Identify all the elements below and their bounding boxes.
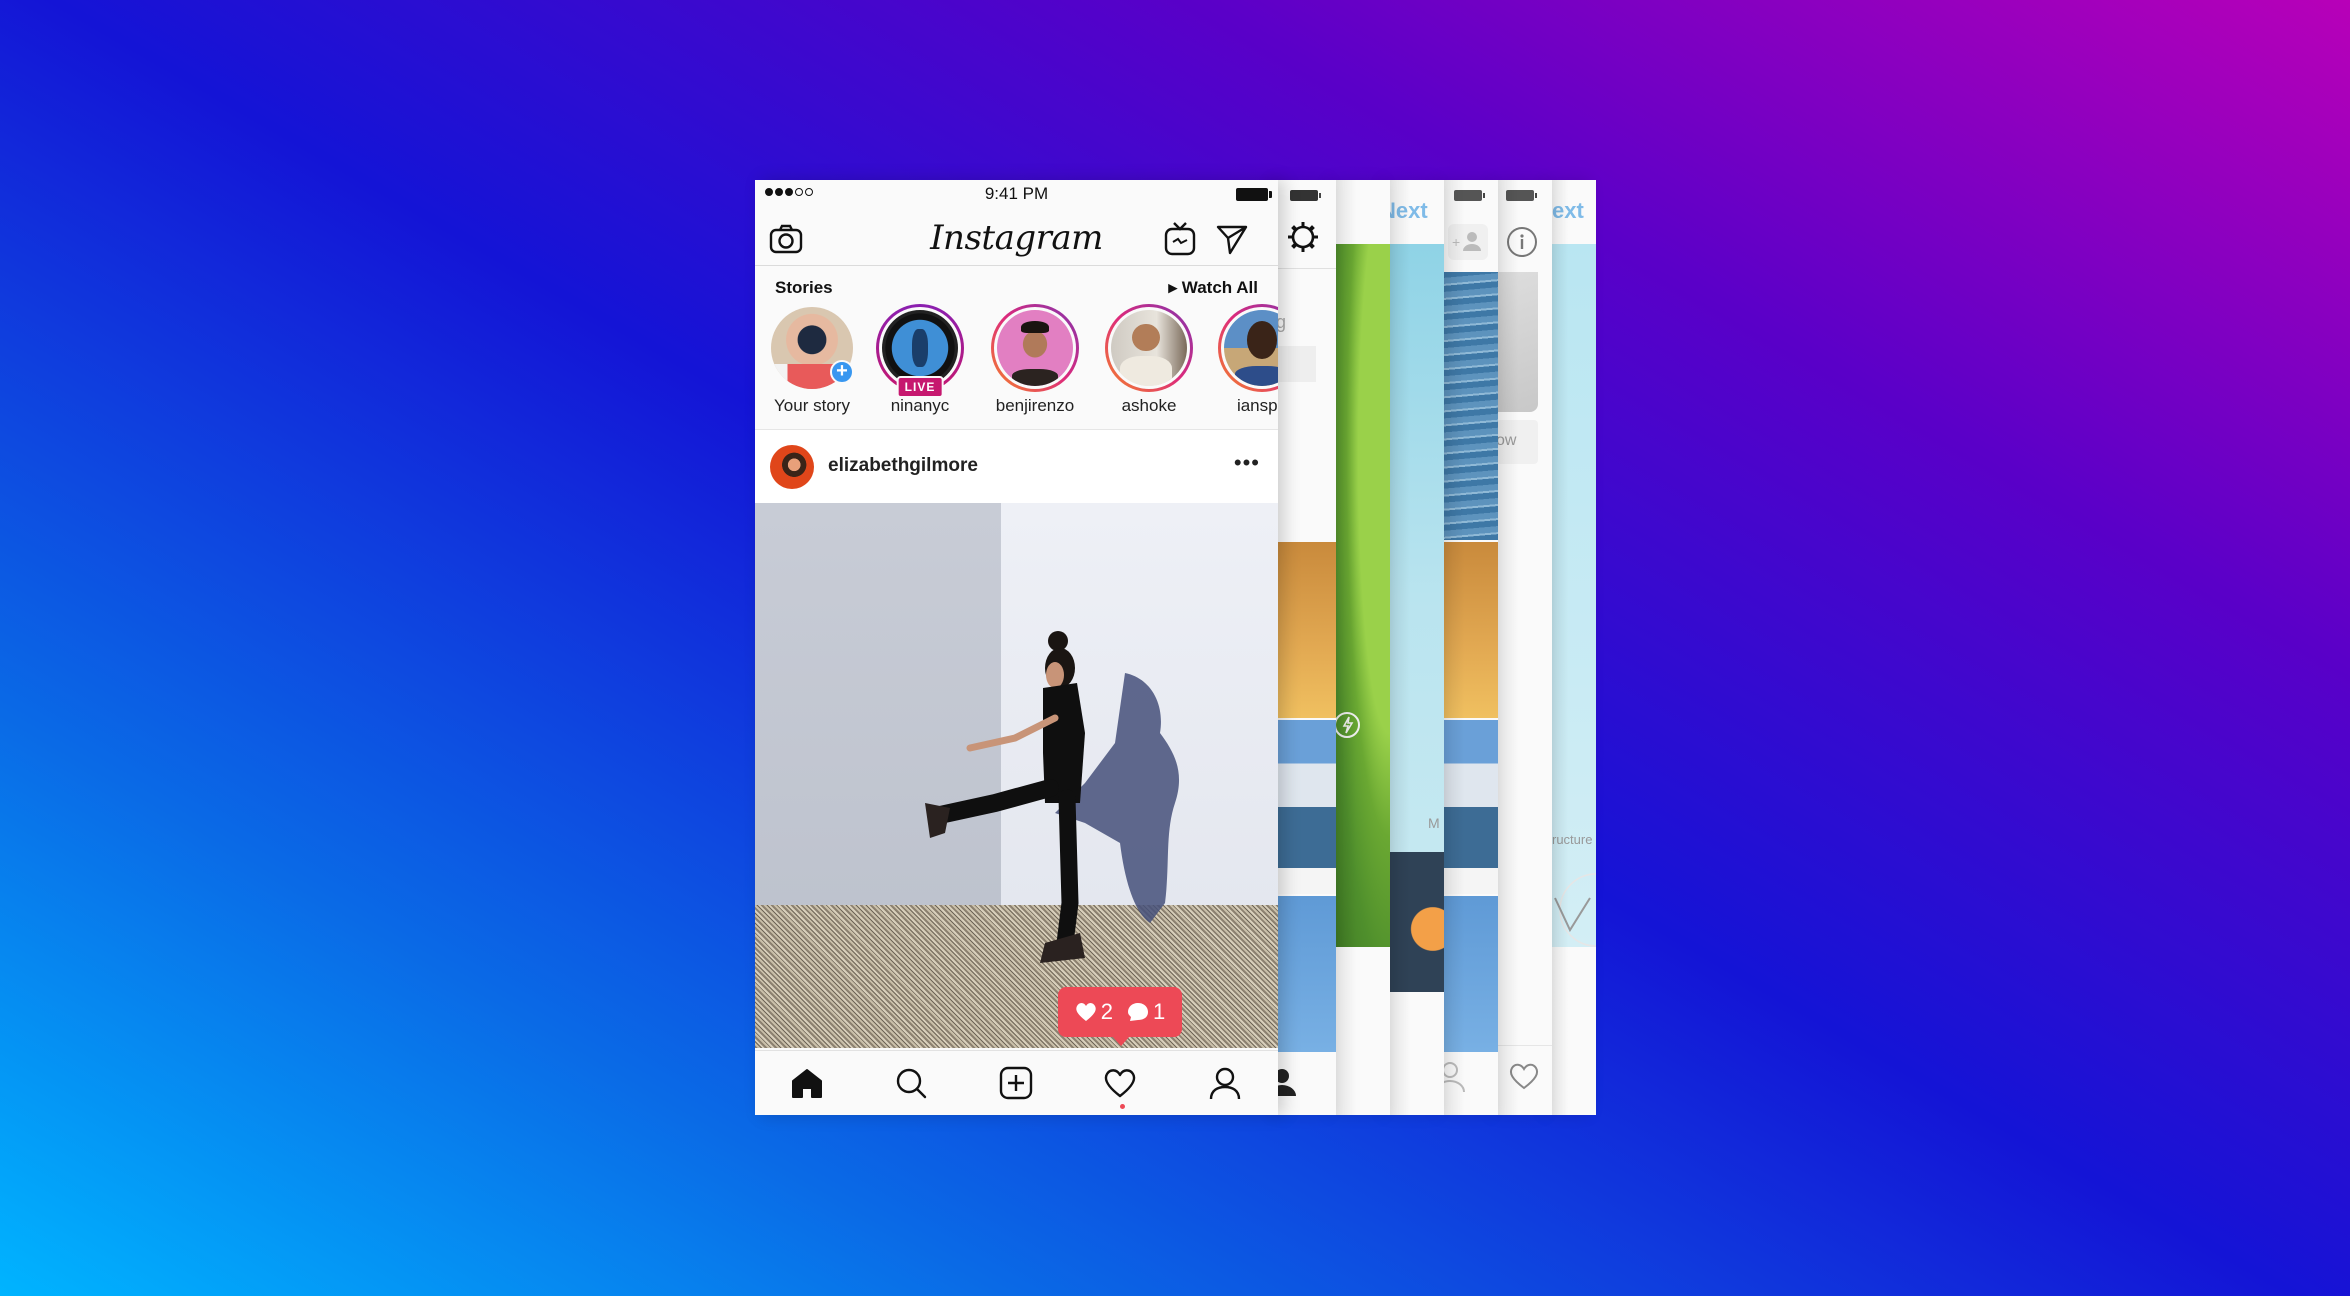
bottom-tab-bar: [755, 1050, 1278, 1115]
live-badge: LIVE: [896, 376, 944, 398]
mountain-photo: [1442, 720, 1498, 894]
background-screen-5: ow: [1496, 180, 1552, 1115]
story-username: Your story: [774, 396, 850, 415]
green-fruit-photo: [1334, 244, 1390, 947]
story-username: benjirenzo: [995, 396, 1075, 415]
flash-icon[interactable]: [1334, 710, 1364, 740]
woman-kicking-figure: [925, 631, 1180, 963]
activity-indicator-dot: [1120, 1104, 1125, 1109]
next-button[interactable]: Next: [1388, 198, 1428, 224]
avatar: [1224, 310, 1278, 386]
triangle-icon: [1554, 873, 1596, 947]
watch-all-button[interactable]: ▸ Watch All: [1169, 278, 1258, 298]
heart-outline-icon[interactable]: [1508, 1062, 1540, 1090]
stories-tray: Stories ▸ Watch All + Your story LIVE ni…: [755, 266, 1278, 430]
igtv-icon: [1164, 222, 1196, 256]
battery-icon: [1236, 188, 1272, 201]
story-username: ianspa: [1236, 396, 1278, 415]
tab-home[interactable]: [789, 1065, 825, 1101]
story-ashoke[interactable]: ashoke: [1099, 304, 1199, 416]
comments-count: 1: [1127, 999, 1165, 1025]
tab-profile[interactable]: [1207, 1065, 1243, 1101]
direct-messages-button[interactable]: [1215, 222, 1249, 256]
story-your-story[interactable]: + Your story: [762, 304, 862, 416]
grey-card: [1496, 272, 1538, 412]
post-header: elizabethgilmore •••: [755, 430, 1278, 503]
svg-text:+: +: [1452, 234, 1460, 250]
ride-photo: [1276, 896, 1336, 1052]
add-story-icon[interactable]: +: [830, 360, 854, 384]
background-screen-3: Next M: [1388, 180, 1444, 1115]
tab-search[interactable]: [893, 1065, 929, 1101]
ocean-photo: [1442, 272, 1498, 540]
stories-title: Stories: [775, 278, 833, 297]
camera-photo: [1276, 542, 1336, 718]
status-time: 9:41 PM: [984, 184, 1049, 203]
divider: [1276, 268, 1336, 269]
background-screen-4: +: [1442, 180, 1498, 1115]
activity-notification-bubble[interactable]: 2 1: [1058, 987, 1182, 1046]
ride-photo: [1442, 896, 1498, 1052]
story-ninanyc[interactable]: LIVE ninanyc: [870, 304, 970, 416]
divider: [1496, 1045, 1552, 1046]
profile-outline-icon[interactable]: [1442, 1060, 1472, 1094]
battery-icon: [1454, 190, 1485, 201]
story-benjirenzo[interactable]: benjirenzo: [985, 304, 1085, 416]
post-author-avatar[interactable]: [770, 445, 814, 489]
more-options-icon[interactable]: •••: [1234, 452, 1260, 474]
story-ianspa[interactable]: ianspa: [1212, 304, 1278, 416]
m-partial-text: M: [1428, 815, 1440, 831]
heart-filled-icon: [1076, 1003, 1096, 1021]
background-screen-1: g: [1276, 180, 1336, 1115]
instagram-logo[interactable]: Instagram: [755, 218, 1278, 258]
profile-icon: [1209, 1067, 1241, 1100]
status-bar: 9:41 PM: [755, 180, 1278, 210]
profile-filled-icon[interactable]: [1276, 1068, 1300, 1098]
mountain-photo: [1276, 720, 1336, 894]
likes-count: 2: [1075, 999, 1113, 1025]
activity-heart-icon: [1104, 1069, 1136, 1098]
settings-gear-icon[interactable]: [1286, 220, 1320, 254]
grey-field: [1276, 346, 1316, 382]
story-username: ashoke: [1121, 396, 1177, 415]
home-icon: [792, 1069, 822, 1098]
new-post-icon: [999, 1066, 1033, 1100]
comment-bubble-icon: [1128, 1003, 1148, 1021]
post-photo[interactable]: [755, 503, 1278, 1048]
instagram-feed-screen: 9:41 PM Instagram Stories ▸ Watch All + …: [755, 180, 1278, 1115]
background-screen-2: [1334, 180, 1390, 1115]
blue-texture-photo: [1388, 244, 1444, 947]
story-username: ninanyc: [890, 396, 950, 415]
battery-icon: [1290, 190, 1321, 201]
add-user-icon[interactable]: +: [1448, 224, 1488, 260]
tab-activity[interactable]: [1102, 1065, 1138, 1101]
post-author-username[interactable]: elizabethgilmore: [828, 455, 978, 477]
avatar: [1111, 310, 1187, 386]
background-screen-6: ext ructure: [1550, 180, 1596, 1115]
camera-photo: [1442, 542, 1498, 718]
igtv-button[interactable]: [1163, 222, 1197, 256]
follow-partial-button[interactable]: ow: [1496, 420, 1538, 464]
direct-send-icon: [1216, 225, 1248, 255]
next-partial-text[interactable]: ext: [1552, 198, 1584, 224]
search-icon: [896, 1068, 927, 1099]
avatar: [997, 310, 1073, 386]
battery-icon: [1506, 190, 1537, 201]
info-icon[interactable]: [1506, 226, 1538, 258]
tab-new-post[interactable]: [998, 1065, 1034, 1101]
top-nav-bar: Instagram: [755, 210, 1278, 266]
fruit-photo: [1388, 852, 1444, 992]
structure-partial-text: ructure: [1552, 832, 1593, 847]
avatar: [882, 310, 958, 386]
